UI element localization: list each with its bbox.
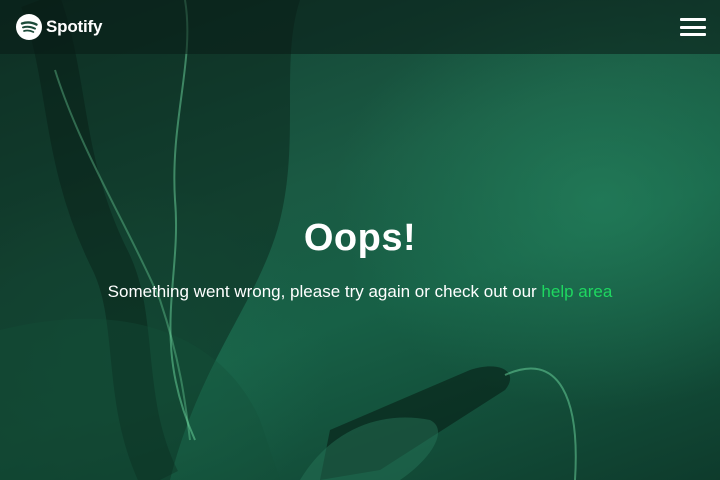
spotify-logo-text: Spotify [46, 17, 103, 36]
error-title: Oops! [303, 217, 417, 259]
hamburger-menu-icon-bar-top [680, 18, 706, 21]
spotify-logo-icon [16, 14, 42, 40]
top-navigation-bar: Spotify [0, 0, 720, 54]
hamburger-menu-icon-bar-middle [680, 25, 706, 29]
hamburger-menu-icon-bar-bottom [680, 33, 706, 36]
error-content: Oops! Something went wrong, please try a… [0, 210, 720, 304]
error-message-text: Something went wrong, please try again o… [107, 282, 542, 301]
spotify-logo-link[interactable]: Spotify [16, 14, 102, 40]
error-message: Something went wrong, please try again o… [0, 280, 720, 304]
hamburger-menu-button[interactable] [680, 16, 706, 38]
help-area-link[interactable]: help area [541, 282, 612, 301]
